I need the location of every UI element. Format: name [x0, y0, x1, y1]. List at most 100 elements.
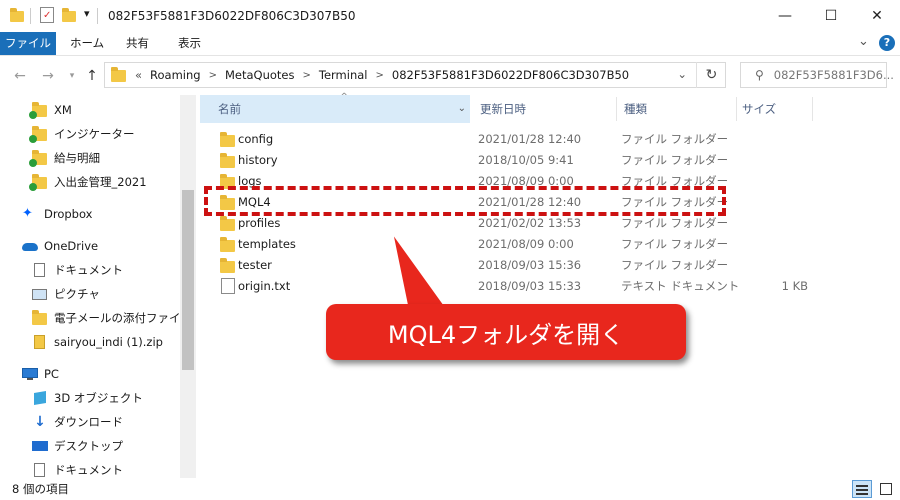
sidebar-item-documents[interactable]: ドキュメント [0, 258, 180, 282]
file-row[interactable]: origin.txt 2018/09/03 15:33 テキスト ドキュメント … [200, 276, 900, 297]
file-name: origin.txt [238, 279, 291, 293]
dropbox-icon: ✦ [22, 206, 33, 221]
breadcrumb-overflow[interactable]: « [135, 68, 142, 82]
file-type: テキスト ドキュメント [621, 279, 740, 293]
address-dropdown-icon[interactable]: ⌄ [677, 67, 687, 81]
file-type: ファイル フォルダー [621, 237, 729, 251]
folder-icon [220, 216, 236, 231]
breadcrumb-roaming[interactable]: Roaming [150, 68, 201, 82]
file-size: 1 KB [781, 279, 808, 293]
sidebar-item-indicator[interactable]: インジケーター [0, 122, 180, 146]
folder-synced-icon [29, 102, 48, 119]
folder-synced-icon [29, 150, 48, 167]
sidebar-item-label: ドキュメント [54, 263, 123, 277]
file-date: 2021/02/02 13:53 [478, 216, 582, 230]
breadcrumb-separator[interactable]: > [209, 70, 217, 81]
file-name: profiles [238, 216, 281, 230]
maximize-button[interactable]: ☐ [808, 0, 854, 32]
close-button[interactable]: ✕ [854, 0, 900, 32]
sidebar-item-cashflow[interactable]: 入出金管理_2021 [0, 170, 180, 194]
file-date: 2018/09/03 15:36 [478, 258, 582, 272]
column-header-name[interactable]: 名前 ⌄ [200, 95, 470, 123]
expand-ribbon-icon[interactable]: ⌄ [858, 34, 869, 49]
sidebar-item-xm[interactable]: XM [0, 98, 180, 122]
file-row[interactable]: tester 2018/09/03 15:36 ファイル フォルダー [200, 255, 900, 276]
sidebar-item-payslip[interactable]: 給与明細 [0, 146, 180, 170]
sidebar-item-onedrive[interactable]: OneDrive [0, 234, 180, 258]
sidebar-item-email-attachments[interactable]: 電子メールの添付ファイル [0, 306, 192, 330]
sidebar-item-dropbox[interactable]: ✦ Dropbox [0, 202, 180, 226]
refresh-button[interactable]: ↻ [696, 62, 726, 88]
sidebar-item-label: sairyou_indi (1).zip [54, 335, 163, 349]
sidebar-item-label: OneDrive [44, 239, 99, 253]
up-arrow-icon[interactable]: ↑ [82, 67, 102, 85]
sidebar-item-label: 給与明細 [54, 151, 100, 165]
folder-icon [220, 132, 236, 147]
sidebar-item-pictures[interactable]: ピクチャ [0, 282, 180, 306]
help-icon[interactable]: ? [879, 35, 895, 51]
properties-icon[interactable]: ✓ [40, 7, 54, 23]
file-row[interactable]: config 2021/01/28 12:40 ファイル フォルダー [200, 129, 900, 150]
sidebar-scrollbar-thumb[interactable] [182, 190, 194, 370]
column-separator[interactable] [812, 97, 813, 121]
folder-synced-icon [29, 174, 48, 191]
file-row[interactable]: templates 2021/08/09 0:00 ファイル フォルダー [200, 234, 900, 255]
back-arrow-icon[interactable]: ← [10, 67, 30, 85]
breadcrumb-terminal[interactable]: Terminal [319, 68, 368, 82]
sidebar-item-label: 電子メールの添付ファイル [54, 311, 192, 325]
tab-file[interactable]: ファイル [0, 32, 56, 55]
navigation-pane: XM インジケーター 給与明細 入出金管理_2021 ✦ Dropbox One… [0, 95, 196, 478]
sidebar-item-zip[interactable]: sairyou_indi (1).zip [0, 330, 180, 354]
file-row[interactable]: profiles 2021/02/02 13:53 ファイル フォルダー [200, 213, 900, 234]
search-input[interactable]: 082F53F5881F3D6... [774, 68, 894, 82]
picture-icon [32, 287, 48, 301]
sidebar-item-label: XM [54, 103, 72, 117]
tab-view[interactable]: 表示 [166, 32, 213, 55]
large-icons-view-button[interactable] [876, 480, 896, 498]
folder-icon [10, 8, 26, 22]
sidebar-item-pc[interactable]: PC [0, 362, 180, 386]
onedrive-icon [22, 239, 38, 253]
forward-arrow-icon[interactable]: → [38, 67, 58, 85]
recent-locations-icon[interactable]: ▾ [62, 67, 82, 85]
minimize-button[interactable]: — [762, 0, 808, 32]
column-header-type[interactable]: 種類 [606, 95, 647, 123]
column-header-size[interactable]: サイズ [724, 95, 776, 123]
sidebar-item-label: Dropbox [44, 207, 93, 221]
file-date: 2018/09/03 15:33 [478, 279, 582, 293]
pc-icon [22, 367, 38, 381]
sidebar-item-label: ドキュメント [54, 463, 123, 477]
zip-icon [32, 335, 48, 349]
large-icons-view-icon [880, 483, 892, 495]
search-icon: ⚲ [755, 68, 764, 82]
file-type: ファイル フォルダー [621, 258, 729, 272]
file-row[interactable]: history 2018/10/05 9:41 ファイル フォルダー [200, 150, 900, 171]
customize-toolbar-icon[interactable]: ▾ [84, 7, 90, 20]
new-folder-icon[interactable] [62, 8, 78, 22]
column-header-label: 名前 [218, 102, 241, 116]
sidebar-item-downloads[interactable]: ↓ ダウンロード [0, 410, 180, 434]
highlight-box [204, 186, 726, 216]
breadcrumb-separator[interactable]: > [303, 70, 311, 81]
sidebar-item-3d-objects[interactable]: 3D オブジェクト [0, 386, 180, 410]
3d-objects-icon [32, 390, 48, 406]
address-bar[interactable]: « Roaming > MetaQuotes > Terminal > 082F… [104, 62, 726, 88]
breadcrumb-terminal-id[interactable]: 082F53F5881F3D6022DF806C3D307B50 [392, 68, 629, 82]
breadcrumb-metaquotes[interactable]: MetaQuotes [225, 68, 295, 82]
details-view-button[interactable] [852, 480, 872, 498]
separator [30, 8, 31, 24]
sidebar-item-label: デスクトップ [54, 439, 123, 453]
tab-home[interactable]: ホーム [58, 32, 116, 55]
file-type: ファイル フォルダー [621, 132, 729, 146]
search-box[interactable]: ⚲ 082F53F5881F3D6... [740, 62, 894, 88]
desktop-icon [32, 439, 48, 453]
column-header-date[interactable]: 更新日時 [462, 95, 526, 123]
download-icon: ↓ [34, 414, 46, 430]
details-view-icon [856, 485, 868, 487]
breadcrumb-separator[interactable]: > [376, 70, 384, 81]
folder-icon [220, 153, 236, 168]
sidebar-item-label: ピクチャ [54, 287, 100, 301]
tab-share[interactable]: 共有 [114, 32, 161, 55]
file-type: ファイル フォルダー [621, 216, 729, 230]
sidebar-item-desktop[interactable]: デスクトップ [0, 434, 180, 458]
